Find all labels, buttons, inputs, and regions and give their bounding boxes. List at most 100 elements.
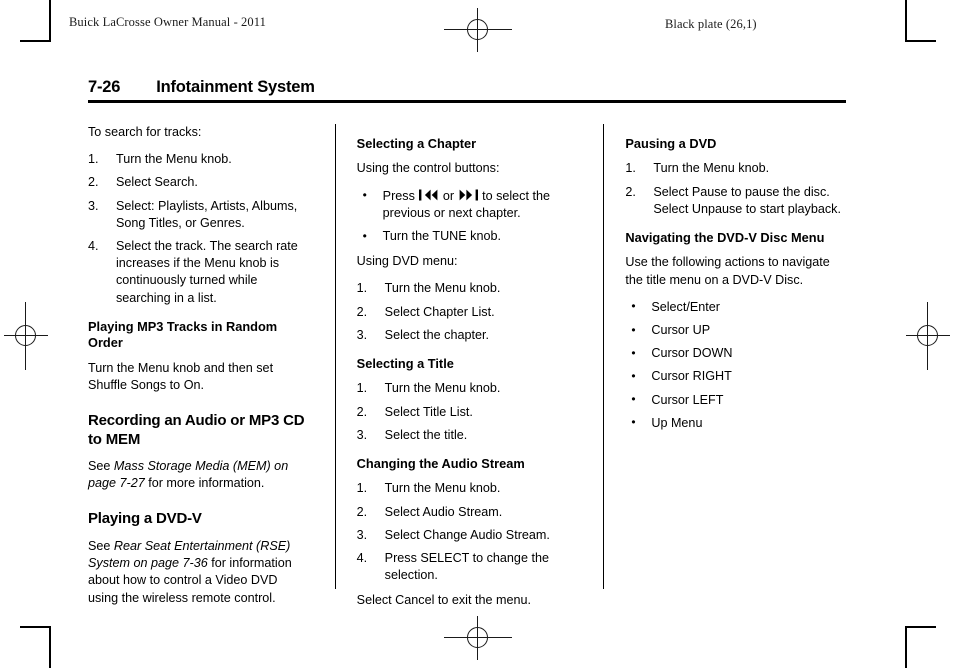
crop-mark-top-right-vertical [905, 0, 907, 40]
numbered-list: 1. Turn the Menu knob. 2. Select Pause to p… [625, 160, 848, 218]
list-item-text: Turn the Menu knob. [384, 481, 501, 496]
list-item-text: Turn the TUNE knob. [382, 229, 501, 244]
reference-lead-text: See [88, 459, 114, 474]
bullet-list-item: • Cursor DOWN [625, 345, 848, 362]
list-number-marker: 4. [88, 239, 99, 254]
list-number-marker: 1. [356, 481, 368, 496]
list-number-marker: 3. [356, 427, 368, 442]
list-item-text: Select: Playlists, Artists, Albums, Song… [116, 198, 298, 230]
numbered-list-item: 1. Turn the Menu knob. [357, 480, 580, 497]
column-divider-rule [334, 124, 336, 589]
registration-mark-bottom [444, 616, 512, 660]
numbered-list: 1. Turn the Menu knob. 2. Select Audio Stre… [357, 480, 580, 584]
list-item-text: or [439, 188, 458, 203]
registration-mark-top [444, 8, 512, 52]
list-item-text: Select the track. The search rate increa… [116, 239, 298, 305]
numbered-list-item: 3. Select the title. [357, 427, 580, 444]
numbered-list-item: 2. Select Pause to pause the disc. Select… [625, 184, 848, 218]
column-3: Pausing a DVD 1. Turn the Menu knob. 2. Sele… [603, 124, 848, 589]
bullet-marker-icon: • [631, 299, 636, 314]
subsection-heading: Pausing a DVD [625, 136, 717, 151]
paragraph: Turn the Menu knob and then set Shuffle … [88, 360, 274, 392]
section-heading: Playing a DVD-V [88, 510, 202, 528]
subsection-heading: Navigating the DVD-V Disc Menu [625, 230, 825, 246]
reference-lead-text: See [88, 538, 114, 553]
numbered-list-item: 2. Select Title List. [357, 404, 580, 421]
paragraph: Using the control buttons: [356, 161, 500, 176]
list-item-text: Select the chapter. [384, 327, 489, 342]
list-item-text: Select Change Audio Stream. [384, 527, 550, 542]
list-number-marker: 3. [356, 527, 368, 542]
reference-trail-text: for more information. [144, 476, 265, 491]
numbered-list: 1. Turn the Menu knob. 2. Select Title List… [357, 380, 580, 444]
list-item-text: Turn the Menu knob. [653, 161, 770, 176]
list-item-text: Cursor RIGHT [651, 369, 732, 384]
bullet-marker-icon: • [631, 415, 636, 430]
list-item-text: Select Audio Stream. [384, 504, 503, 519]
column-1: To search for tracks: 1. Turn the Menu kno… [88, 124, 311, 605]
skip-back-icon [419, 189, 438, 201]
numbered-list-item: 3. Select Change Audio Stream. [357, 527, 580, 544]
list-number-marker: 2. [625, 184, 636, 199]
list-item-text: Press SELECT to change the selection. [384, 551, 549, 583]
list-item-text: Up Menu [651, 415, 703, 430]
crop-mark-top-left-vertical [49, 0, 51, 40]
list-item-text: Select Pause to pause the disc. Select U… [653, 184, 841, 216]
numbered-list: 1. Turn the Menu knob. 2. Select Search. 3. S… [88, 151, 311, 307]
crop-mark-bottom-left-vertical [49, 628, 51, 668]
column-divider-rule [603, 124, 605, 589]
list-item-text: Select Chapter List. [384, 304, 495, 319]
bullet-marker-icon: • [362, 188, 367, 203]
bullet-list: • Press or to select the previous or next… [357, 188, 580, 246]
list-number-marker: 1. [88, 152, 99, 167]
numbered-list-item: 2. Select Search. [88, 174, 311, 191]
registration-mark-left [4, 302, 48, 370]
list-item-text: Cursor DOWN [651, 346, 733, 361]
bullet-list-item: • Up Menu [625, 415, 848, 432]
bullet-marker-icon: • [631, 345, 636, 360]
crop-mark-top-right-horizontal [905, 40, 936, 42]
subsection-heading: Selecting a Chapter [356, 136, 477, 151]
bullet-list-item: • Turn the TUNE knob. [357, 228, 580, 245]
paragraph: To search for tracks: [88, 125, 202, 139]
list-item-text: Turn the Menu knob. [384, 281, 501, 296]
list-number-marker: 1. [356, 381, 368, 396]
section-heading: Recording an Audio or MP3 CD to MEM [88, 412, 305, 448]
list-number-marker: 1. [625, 161, 636, 176]
list-item-text: Cursor LEFT [651, 392, 724, 407]
list-item-text: Press [382, 188, 419, 203]
list-number-marker: 2. [356, 504, 368, 519]
list-item-text: Select/Enter [651, 299, 720, 314]
cross-reference-paragraph: See Rear Seat Entertainment (RSE) System… [88, 538, 311, 607]
bullet-list-item: • Cursor LEFT [625, 392, 848, 409]
bullet-list-item: • Cursor RIGHT [625, 368, 848, 385]
paragraph: Use the following actions to navigate th… [625, 255, 830, 287]
numbered-list-item: 1. Turn the Menu knob. [357, 380, 580, 397]
numbered-list-item: 3. Select the chapter. [357, 327, 580, 344]
bullet-marker-icon: • [362, 228, 367, 243]
list-number-marker: 4. [356, 551, 368, 566]
numbered-list: 1. Turn the Menu knob. 2. Select Chapter Li… [357, 280, 580, 344]
list-item-text: Turn the Menu knob. [384, 381, 501, 396]
column-2: Selecting a Chapter Using the control but… [334, 124, 580, 607]
numbered-list-item: 2. Select Audio Stream. [357, 504, 580, 521]
bullet-list: • Select/Enter • Cursor UP • Cursor DOWN • Curs… [625, 299, 848, 432]
list-number-marker: 3. [88, 198, 99, 213]
page-number: 7-26 [88, 78, 121, 96]
chapter-title: Infotainment System [156, 78, 315, 96]
subsection-heading: Selecting a Title [356, 356, 454, 372]
subsection-heading: Playing MP3 Tracks in Random Order [88, 318, 278, 351]
bullet-marker-icon: • [631, 368, 636, 383]
bullet-marker-icon: • [631, 392, 636, 407]
body-columns: To search for tracks: 1. Turn the Menu kno… [88, 124, 848, 607]
subsection-heading: Changing the Audio Stream [356, 456, 525, 472]
numbered-list-item: 4. Press SELECT to change the selection. [357, 550, 580, 584]
black-plate-header: Black plate (26,1) [665, 17, 757, 31]
numbered-list-item: 1. Turn the Menu knob. [625, 160, 848, 177]
list-number-marker: 3. [356, 327, 368, 342]
numbered-list-item: 4. Select the track. The search rate incr… [88, 238, 311, 307]
list-item-text: Cursor UP [651, 323, 711, 338]
list-item-text: Select the title. [384, 427, 468, 442]
numbered-list-item: 3. Select: Playlists, Artists, Albums, So… [88, 198, 311, 232]
page-title: 7-26 Infotainment System [88, 78, 846, 97]
